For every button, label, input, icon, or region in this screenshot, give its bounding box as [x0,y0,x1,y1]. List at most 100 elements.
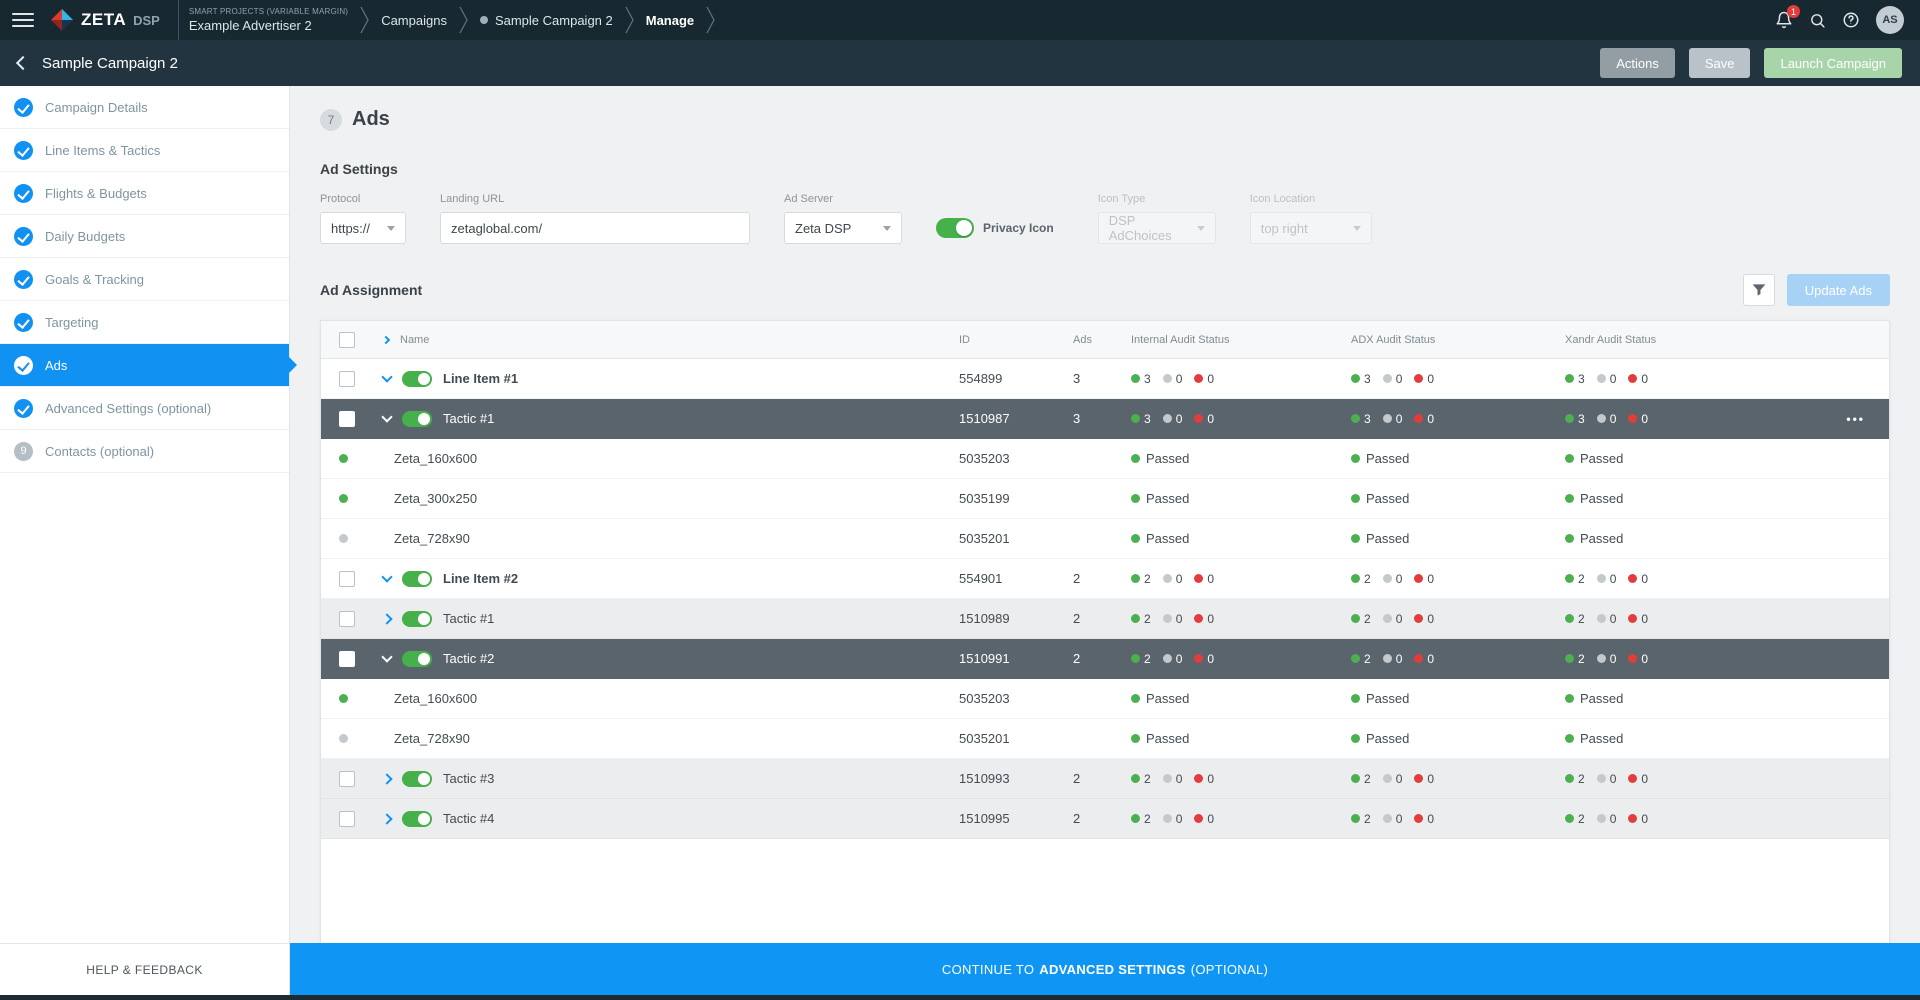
audit-status-cell: 200 [1351,612,1565,626]
sidebar-item-daily-budgets[interactable]: Daily Budgets [0,215,289,258]
row-ads-count: 3 [1073,371,1131,386]
table-row[interactable]: Zeta_300x2505035199PassedPassedPassed [321,479,1889,519]
row-active-toggle[interactable] [402,771,432,787]
select-all-checkbox[interactable] [339,332,355,348]
expand-icon[interactable] [381,813,392,824]
red-dot-icon [1414,374,1423,383]
row-active-toggle[interactable] [402,411,432,427]
page-bottom-edge [0,995,1920,1000]
expand-icon[interactable] [381,773,392,784]
sidebar-item-ads[interactable]: Ads [0,344,289,387]
collapse-icon[interactable] [381,571,392,582]
row-checkbox[interactable] [339,651,355,667]
row-menu-icon[interactable]: ••• [1846,412,1865,426]
table-row[interactable]: Line Item #15548993300300300 [321,359,1889,399]
audit-count: 3 [1364,372,1371,386]
table-row[interactable]: Tactic #315109932200200200 [321,759,1889,799]
row-checkbox[interactable] [339,771,355,787]
green-dot-icon [1131,414,1140,423]
row-active-toggle[interactable] [402,571,432,587]
table-row[interactable]: Tactic #415109952200200200 [321,799,1889,839]
page-title: Sample Campaign 2 [42,55,178,72]
privacy-icon-toggle[interactable] [936,218,974,238]
table-row[interactable]: Zeta_160x6005035203PassedPassedPassed [321,679,1889,719]
update-ads-button[interactable]: Update Ads [1787,274,1890,306]
row-name: Zeta_728x90 [394,731,470,746]
table-row[interactable]: Tactic #115109892200200200 [321,599,1889,639]
sidebar-item-goals-tracking[interactable]: Goals & Tracking [0,258,289,301]
filter-button[interactable] [1743,274,1775,306]
expand-icon[interactable] [381,613,392,624]
row-active-toggle[interactable] [402,651,432,667]
collapse-icon[interactable] [381,371,392,382]
row-checkbox[interactable] [339,611,355,627]
audit-count: 2 [1364,772,1371,786]
breadcrumb-item[interactable]: SMART PROJECTS (VARIABLE MARGIN)Example … [178,0,358,40]
red-dot-icon [1414,414,1423,423]
red-dot-icon [1628,374,1637,383]
sidebar-item-advanced-settings-optional[interactable]: Advanced Settings (optional) [0,387,289,430]
sidebar-item-targeting[interactable]: Targeting [0,301,289,344]
help-feedback-link[interactable]: HELP & FEEDBACK [0,943,289,995]
back-icon[interactable] [16,56,30,70]
audit-count: 0 [1610,412,1617,426]
row-checkbox[interactable] [339,811,355,827]
sidebar-item-label: Line Items & Tactics [45,143,160,158]
table-row[interactable]: Tactic #115109873300300300••• [321,399,1889,439]
audit-count: 0 [1641,372,1648,386]
audit-count: 0 [1176,652,1183,666]
sidebar: Campaign Details Line Items & Tactics Flig… [0,86,290,995]
ad-server-select[interactable]: Zeta DSP [784,212,902,244]
row-ads-count: 2 [1073,571,1131,586]
row-active-toggle[interactable] [402,611,432,627]
launch-campaign-button[interactable]: Launch Campaign [1764,48,1902,78]
brand-logo[interactable]: ZETA DSP [50,8,160,32]
red-dot-icon [1414,614,1423,623]
audit-status-cell: Passed [1351,491,1565,506]
row-id: 1510991 [959,651,1073,666]
landing-url-input[interactable] [440,212,750,244]
table-row[interactable]: Zeta_728x905035201PassedPassedPassed [321,519,1889,559]
table-row[interactable]: Tactic #215109912200200200 [321,639,1889,679]
help-button[interactable] [1842,11,1860,29]
menu-icon[interactable] [12,13,34,27]
breadcrumb-item[interactable]: Manage [636,0,704,40]
notifications-button[interactable]: 1 [1775,11,1793,29]
protocol-select[interactable]: https:// [320,212,406,244]
table-row[interactable]: Zeta_160x6005035203PassedPassedPassed [321,439,1889,479]
collapse-icon[interactable] [381,651,392,662]
breadcrumb-item[interactable]: Sample Campaign 2 [470,0,623,40]
sidebar-item-campaign-details[interactable]: Campaign Details [0,86,289,129]
audit-status-text: Passed [1366,691,1409,706]
save-button[interactable]: Save [1689,48,1751,78]
ad-settings-form: Protocol https:// Landing URL Ad Server … [320,193,1890,244]
row-ads-count: 2 [1073,771,1131,786]
audit-status-text: Passed [1146,691,1189,706]
collapse-icon[interactable] [381,411,392,422]
sidebar-item-contacts-optional[interactable]: 9Contacts (optional) [0,430,289,473]
table-row[interactable]: Line Item #25549012200200200 [321,559,1889,599]
icon-location-value: top right [1261,221,1308,236]
audit-count: 0 [1427,412,1434,426]
ad-server-label: Ad Server [784,193,902,205]
row-checkbox[interactable] [339,411,355,427]
actions-button[interactable]: Actions [1600,48,1675,78]
row-id: 554901 [959,571,1073,586]
breadcrumb-item[interactable]: Campaigns [371,0,457,40]
sidebar-item-flights-budgets[interactable]: Flights & Budgets [0,172,289,215]
expand-all-icon[interactable] [382,335,390,343]
red-dot-icon [1414,774,1423,783]
audit-status-cell: 200 [1565,652,1889,666]
continue-button[interactable]: CONTINUE TO ADVANCED SETTINGS (OPTIONAL) [290,943,1920,995]
avatar[interactable]: AS [1876,6,1904,34]
row-checkbox[interactable] [339,371,355,387]
audit-status-cell: 200 [1565,572,1889,586]
search-button[interactable] [1809,12,1826,29]
row-active-toggle[interactable] [402,371,432,387]
sidebar-item-label: Flights & Budgets [45,186,147,201]
audit-count: 0 [1427,612,1434,626]
row-checkbox[interactable] [339,571,355,587]
table-row[interactable]: Zeta_728x905035201PassedPassedPassed [321,719,1889,759]
sidebar-item-line-items-tactics[interactable]: Line Items & Tactics [0,129,289,172]
row-active-toggle[interactable] [402,811,432,827]
